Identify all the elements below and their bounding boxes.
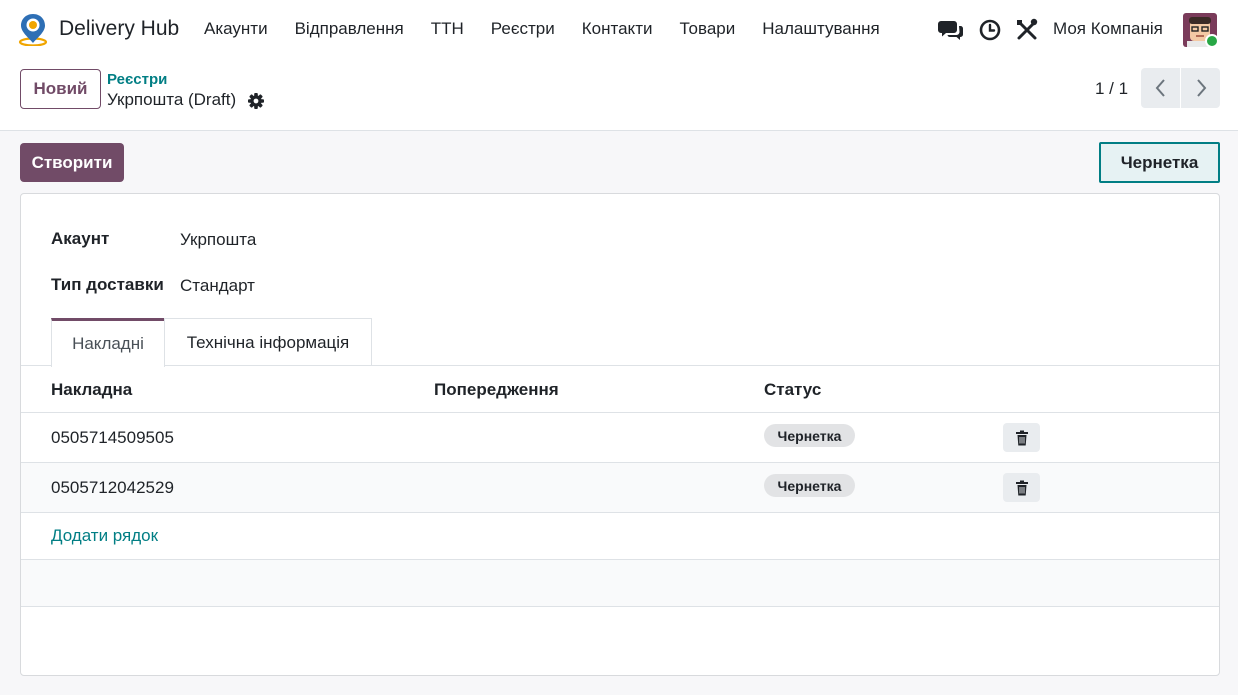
menu-item-accounts[interactable]: Акаунти	[204, 19, 268, 39]
chat-icon[interactable]	[938, 17, 964, 43]
delete-row-button[interactable]	[1003, 473, 1040, 502]
top-navbar: Delivery Hub Акаунти Відправлення ТТН Ре…	[0, 0, 1238, 60]
status-draft-button[interactable]: Чернетка	[1099, 142, 1220, 183]
create-button[interactable]: Створити	[20, 143, 124, 182]
menu-item-contacts[interactable]: Контакти	[582, 19, 653, 39]
trash-icon	[1015, 430, 1028, 445]
tools-icon[interactable]	[1015, 17, 1039, 43]
menu-item-products[interactable]: Товари	[679, 19, 735, 39]
table-row[interactable]: 0505712042529 Чернетка	[21, 463, 1219, 513]
gear-icon[interactable]	[247, 92, 265, 110]
column-header-waybill[interactable]: Накладна	[51, 380, 132, 400]
cell-waybill-number[interactable]: 0505714509505	[51, 428, 174, 448]
empty-row	[21, 560, 1219, 607]
field-value-account[interactable]: Укрпошта	[180, 230, 256, 250]
column-header-warning[interactable]: Попередження	[434, 380, 559, 400]
tab-waybills[interactable]: Накладні	[51, 318, 165, 367]
pager-value[interactable]: 1 / 1	[1095, 79, 1128, 99]
menu-item-shipments[interactable]: Відправлення	[295, 19, 404, 39]
cell-waybill-number[interactable]: 0505712042529	[51, 478, 174, 498]
record-title: Укрпошта (Draft)	[107, 90, 237, 109]
column-header-status[interactable]: Статус	[764, 380, 821, 400]
company-switcher[interactable]: Моя Компанія	[1053, 19, 1163, 39]
menu-item-ttn[interactable]: ТТН	[431, 19, 464, 39]
form-sheet: Акаунт Укрпошта Тип доставки Стандарт На…	[20, 193, 1220, 676]
pager-next-button[interactable]	[1181, 68, 1220, 108]
add-line-link[interactable]: Додати рядок	[51, 526, 158, 546]
breadcrumb-registries[interactable]: Реєстри	[107, 71, 167, 88]
chevron-left-icon	[1155, 79, 1165, 97]
clock-icon[interactable]	[978, 17, 1002, 43]
field-label-delivery-type: Тип доставки	[51, 275, 164, 294]
field-label-account: Акаунт	[51, 229, 110, 248]
pager-previous-button[interactable]	[1141, 68, 1180, 108]
delete-row-button[interactable]	[1003, 423, 1040, 452]
form-view: Створити Чернетка Акаунт Укрпошта Тип до…	[0, 131, 1238, 695]
trash-icon	[1015, 480, 1028, 495]
location-pin-icon[interactable]	[17, 12, 49, 46]
chevron-right-icon	[1196, 79, 1206, 97]
notebook-tabs: Накладні Технічна інформація	[21, 318, 1219, 367]
field-value-delivery-type[interactable]: Стандарт	[180, 276, 255, 296]
app-name[interactable]: Delivery Hub	[59, 17, 179, 41]
table-row[interactable]: 0505714509505 Чернетка	[21, 413, 1219, 463]
menu-item-registries[interactable]: Реєстри	[491, 19, 555, 39]
menu-item-settings[interactable]: Налаштування	[762, 19, 880, 39]
add-line-row	[21, 513, 1219, 560]
main-menu: Акаунти Відправлення ТТН Реєстри Контакт…	[204, 19, 907, 39]
new-button[interactable]: Новий	[20, 69, 101, 109]
table-header: Накладна Попередження Статус	[21, 366, 1219, 413]
tab-technical-info[interactable]: Технічна інформація	[164, 318, 372, 366]
online-status-indicator	[1205, 34, 1219, 48]
status-badge: Чернетка	[764, 424, 855, 447]
status-badge: Чернетка	[764, 474, 855, 497]
control-panel: Новий Реєстри Укрпошта (Draft) 1 / 1	[0, 60, 1238, 131]
